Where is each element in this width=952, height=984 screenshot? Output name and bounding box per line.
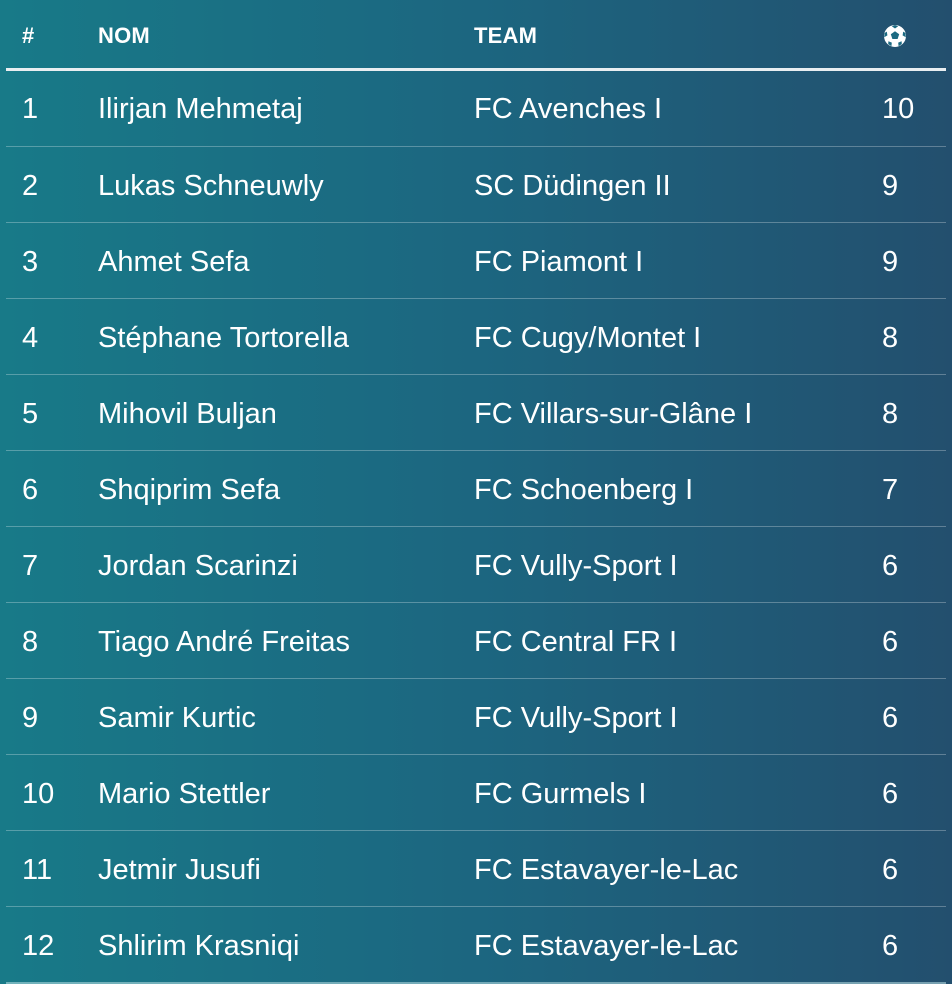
team-cell: FC Vully-Sport I <box>474 702 678 734</box>
team-cell: FC Cugy/Montet I <box>474 322 702 354</box>
table-row[interactable]: 11 Jetmir Jusufi FC Estavayer-le-Lac 6 <box>6 831 946 907</box>
rank-cell: 5 <box>22 398 39 430</box>
rank-cell: 12 <box>22 930 55 962</box>
team-cell: FC Gurmels I <box>474 778 647 810</box>
rank-cell: 10 <box>22 778 55 810</box>
team-cell: FC Vully-Sport I <box>474 550 678 582</box>
table-row[interactable]: 7 Jordan Scarinzi FC Vully-Sport I 6 <box>6 527 946 603</box>
team-column-header[interactable]: TEAM <box>474 22 537 50</box>
player-name-cell: Shlirim Krasniqi <box>98 930 300 962</box>
team-cell: FC Avenches I <box>474 93 663 125</box>
player-name-cell: Jetmir Jusufi <box>98 854 261 886</box>
player-name-cell: Jordan Scarinzi <box>98 550 298 582</box>
player-name-cell: Mihovil Buljan <box>98 398 277 430</box>
player-name-cell: Shqiprim Sefa <box>98 474 281 506</box>
table-row[interactable]: 10 Mario Stettler FC Gurmels I 6 <box>6 755 946 831</box>
table-row[interactable]: 12 Shlirim Krasniqi FC Estavayer-le-Lac 6 <box>6 907 946 984</box>
goals-cell: 8 <box>882 322 899 354</box>
scorers-table: # NOM TEAM 1 Ilirjan Mehmetaj FC Avenches … <box>6 0 946 984</box>
table-row[interactable]: 2 Lukas Schneuwly SC Düdingen II 9 <box>6 147 946 223</box>
table-header: # NOM TEAM <box>6 0 946 71</box>
team-cell: FC Central FR I <box>474 626 678 658</box>
player-name-cell: Lukas Schneuwly <box>98 170 324 202</box>
rank-cell: 1 <box>22 93 39 125</box>
table-row[interactable]: 1 Ilirjan Mehmetaj FC Avenches I 10 <box>6 71 946 147</box>
player-name-cell: Ilirjan Mehmetaj <box>98 93 303 125</box>
table-row[interactable]: 6 Shqiprim Sefa FC Schoenberg I 7 <box>6 451 946 527</box>
goals-cell: 6 <box>882 854 899 886</box>
goals-cell: 10 <box>882 93 915 125</box>
team-cell: FC Schoenberg I <box>474 474 694 506</box>
team-cell: FC Piamont I <box>474 246 644 278</box>
team-cell: SC Düdingen II <box>474 170 671 202</box>
player-name-cell: Ahmet Sefa <box>98 246 250 278</box>
goals-cell: 9 <box>882 170 899 202</box>
team-cell: FC Estavayer-le-Lac <box>474 930 739 962</box>
rank-cell: 6 <box>22 474 39 506</box>
rank-cell: 3 <box>22 246 39 278</box>
rank-cell: 2 <box>22 170 39 202</box>
name-column-header[interactable]: NOM <box>98 22 150 50</box>
player-name-cell: Tiago André Freitas <box>98 626 350 658</box>
goals-cell: 6 <box>882 702 899 734</box>
goals-cell: 6 <box>882 550 899 582</box>
rank-cell: 4 <box>22 322 39 354</box>
goals-cell: 6 <box>882 778 899 810</box>
rank-cell: 7 <box>22 550 39 582</box>
team-cell: FC Villars-sur-Glâne I <box>474 398 753 430</box>
goals-cell: 9 <box>882 246 899 278</box>
goals-cell: 8 <box>882 398 899 430</box>
table-row[interactable]: 9 Samir Kurtic FC Vully-Sport I 6 <box>6 679 946 755</box>
goals-column-header[interactable] <box>882 23 908 49</box>
table-row[interactable]: 5 Mihovil Buljan FC Villars-sur-Glâne I 8 <box>6 375 946 451</box>
table-row[interactable]: 4 Stéphane Tortorella FC Cugy/Montet I 8 <box>6 299 946 375</box>
soccer-ball-icon <box>884 25 906 47</box>
rank-cell: 8 <box>22 626 39 658</box>
player-name-cell: Stéphane Tortorella <box>98 322 349 354</box>
table-row[interactable]: 3 Ahmet Sefa FC Piamont I 9 <box>6 223 946 299</box>
rank-cell: 11 <box>22 854 53 886</box>
goals-cell: 6 <box>882 930 899 962</box>
player-name-cell: Mario Stettler <box>98 778 271 810</box>
player-name-cell: Samir Kurtic <box>98 702 256 734</box>
goals-cell: 7 <box>882 474 899 506</box>
team-cell: FC Estavayer-le-Lac <box>474 854 739 886</box>
table-body: 1 Ilirjan Mehmetaj FC Avenches I 10 2 Lukas S… <box>6 71 946 984</box>
table-row[interactable]: 8 Tiago André Freitas FC Central FR I 6 <box>6 603 946 679</box>
rank-column-header[interactable]: # <box>22 22 34 50</box>
rank-cell: 9 <box>22 702 39 734</box>
goals-cell: 6 <box>882 626 899 658</box>
